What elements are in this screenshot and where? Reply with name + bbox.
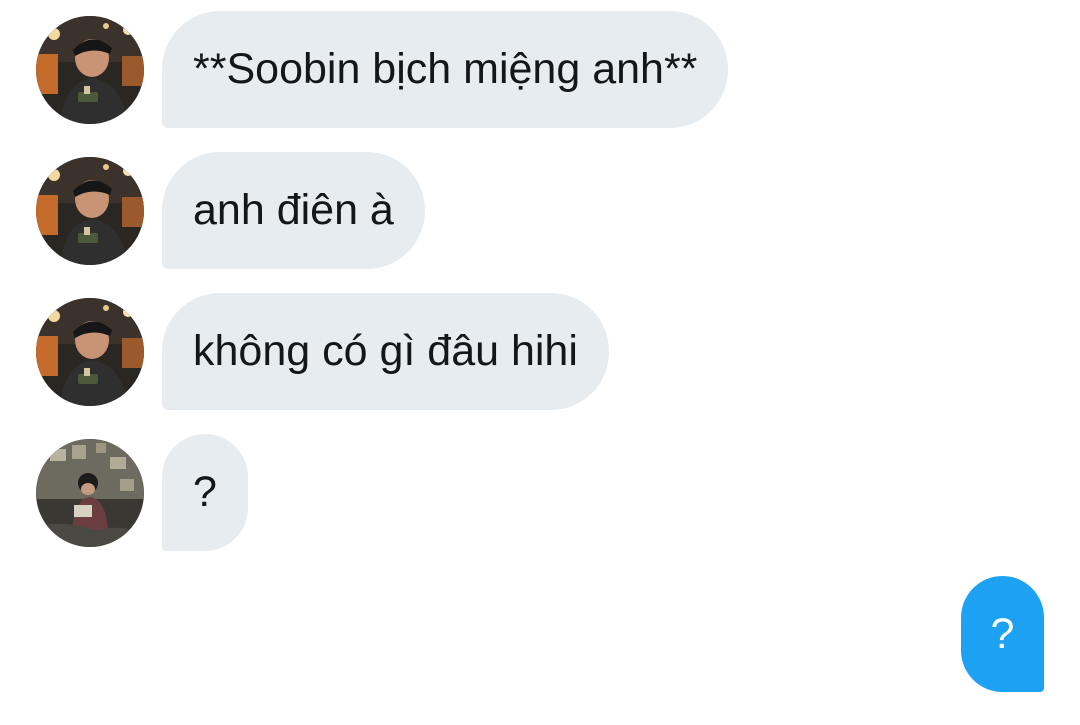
profile-photo-avatar-sitting-icon — [36, 438, 144, 547]
profile-photo-avatar-cap-icon — [36, 297, 144, 406]
profile-photo-avatar-cap-icon — [36, 156, 144, 265]
message-bubble[interactable]: anh điên à — [162, 152, 425, 269]
avatar[interactable] — [36, 438, 144, 547]
message-bubble[interactable]: không có gì đâu hihi — [162, 293, 609, 410]
received-message: ? — [36, 434, 248, 551]
message-bubble[interactable]: **Soobin bịch miệng anh** — [162, 11, 729, 128]
message-thread: **Soobin bịch miệng anh** anh điên à khô… — [0, 0, 1080, 725]
received-message: **Soobin bịch miệng anh** — [36, 11, 729, 128]
avatar[interactable] — [36, 297, 144, 406]
received-message: không có gì đâu hihi — [36, 293, 609, 410]
profile-photo-avatar-cap-icon — [36, 15, 144, 124]
message-bubble[interactable]: ? — [162, 434, 248, 551]
sent-message-bubble[interactable]: ? — [961, 576, 1044, 692]
received-message: anh điên à — [36, 152, 425, 269]
avatar[interactable] — [36, 156, 144, 265]
avatar[interactable] — [36, 15, 144, 124]
